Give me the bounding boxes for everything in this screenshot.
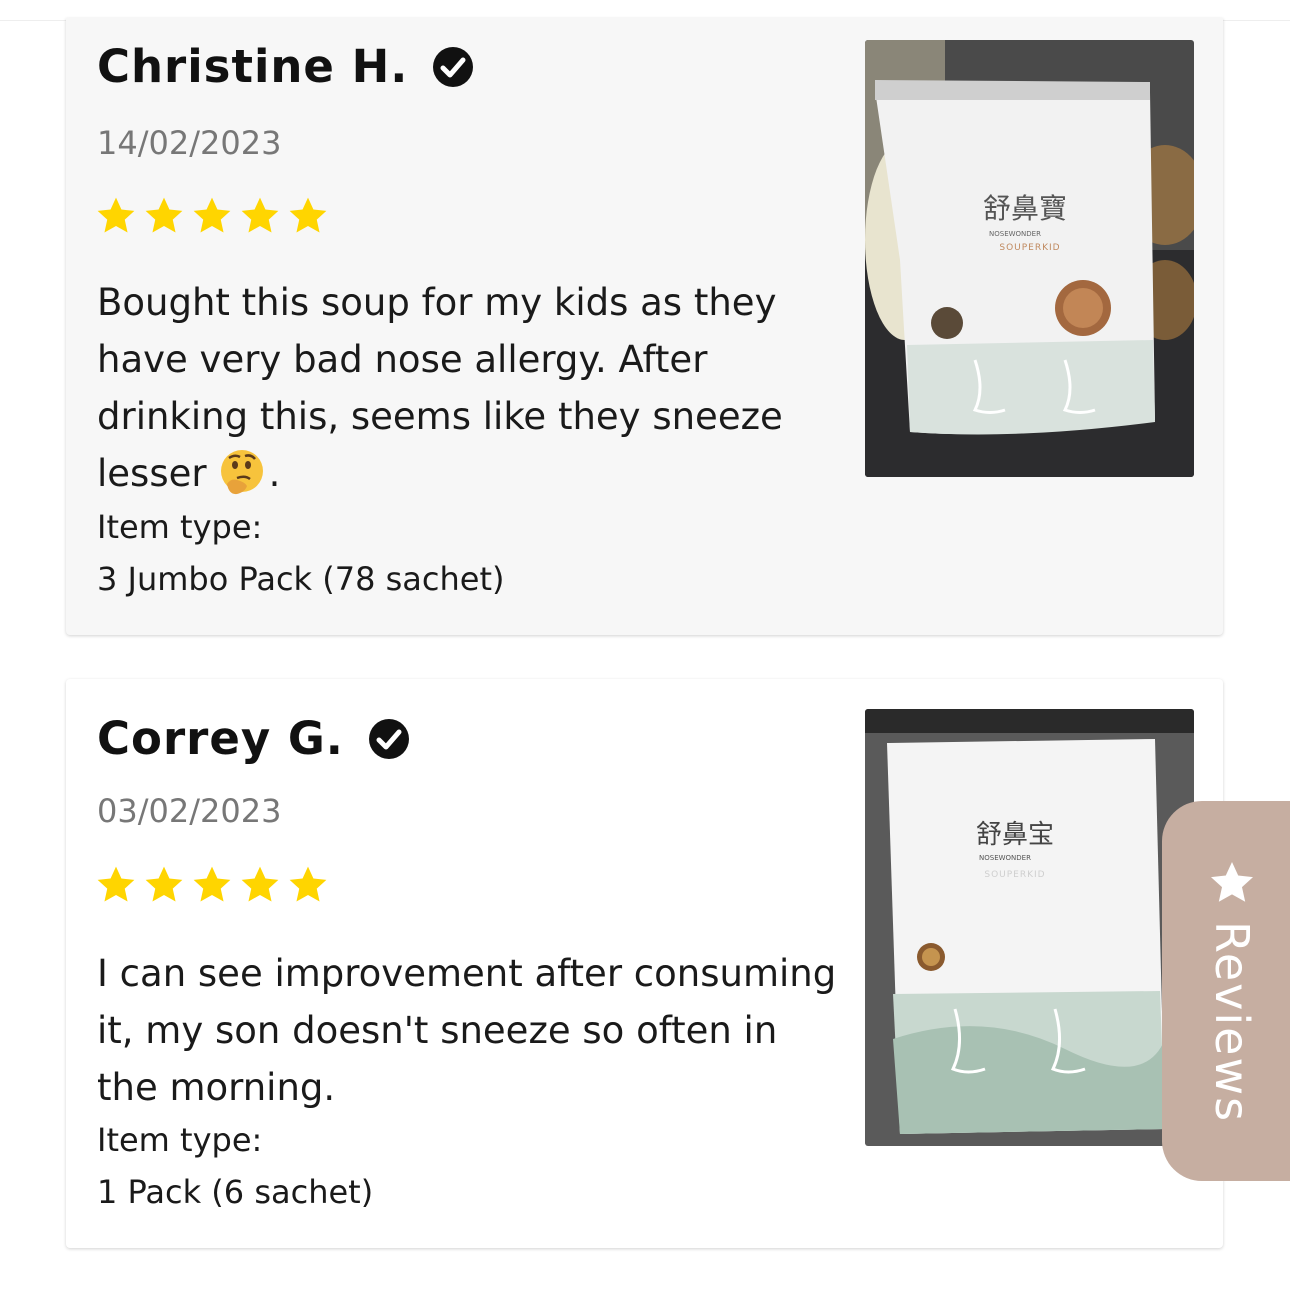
star-icon [241, 866, 279, 902]
review-date: 03/02/2023 [97, 792, 282, 830]
verified-check-icon [368, 718, 409, 759]
item-type-value: 3 Jumbo Pack (78 sachet) [97, 560, 505, 598]
review-date: 14/02/2023 [97, 124, 282, 162]
bag-brand-en: NOSEWONDER [979, 854, 1031, 862]
star-icon [193, 197, 231, 233]
item-type-label: Item type: [97, 1121, 263, 1159]
star-rating [95, 195, 329, 237]
item-type-value: 1 Pack (6 sachet) [97, 1173, 374, 1211]
reviews-floating-tab[interactable]: Reviews [1162, 801, 1290, 1181]
reviews-tab-label: Reviews [1205, 920, 1259, 1124]
review-text: Bought this soup for my kids as they hav… [97, 281, 783, 495]
bag-sub: SOUPERKID [999, 243, 1060, 253]
bag-sub: SOUPERKID [984, 870, 1045, 880]
bag-brand-cn: 舒鼻宝 [976, 820, 1054, 850]
star-icon [193, 866, 231, 902]
review-body: Bought this soup for my kids as they hav… [97, 274, 837, 502]
reviews-tab-content: Reviews [1205, 859, 1259, 1123]
star-icon [145, 866, 183, 902]
review-card: Christine H. 14/02/2023 Bought this soup… [66, 18, 1223, 635]
review-photo[interactable]: 舒鼻宝 NOSEWONDER SOUPERKID [865, 709, 1194, 1146]
item-type-label: Item type: [97, 508, 263, 546]
star-icon [97, 866, 135, 902]
bag-brand-en: NOSEWONDER [989, 230, 1041, 238]
star-rating [95, 864, 329, 906]
review-card: Correy G. 03/02/2023 I can see improveme… [66, 679, 1223, 1248]
star-icon [289, 866, 327, 902]
star-icon [1211, 861, 1253, 902]
verified-check-icon [433, 46, 474, 87]
reviewer-header: Christine H. [97, 40, 474, 93]
reviewer-name: Christine H. [97, 40, 409, 93]
thinking-face-icon [220, 450, 263, 495]
bag-brand-cn: 舒鼻寶 [983, 192, 1067, 225]
star-icon [97, 197, 135, 233]
review-body: I can see improvement after consuming it… [97, 952, 837, 1109]
reviewer-header: Correy G. [97, 712, 410, 765]
star-icon [241, 197, 279, 233]
review-text-end: . [268, 452, 281, 495]
review-photo[interactable]: 舒鼻寶 NOSEWONDER SOUPERKID [865, 40, 1194, 477]
star-icon [289, 197, 327, 233]
star-icon [145, 197, 183, 233]
reviewer-name: Correy G. [97, 712, 344, 765]
